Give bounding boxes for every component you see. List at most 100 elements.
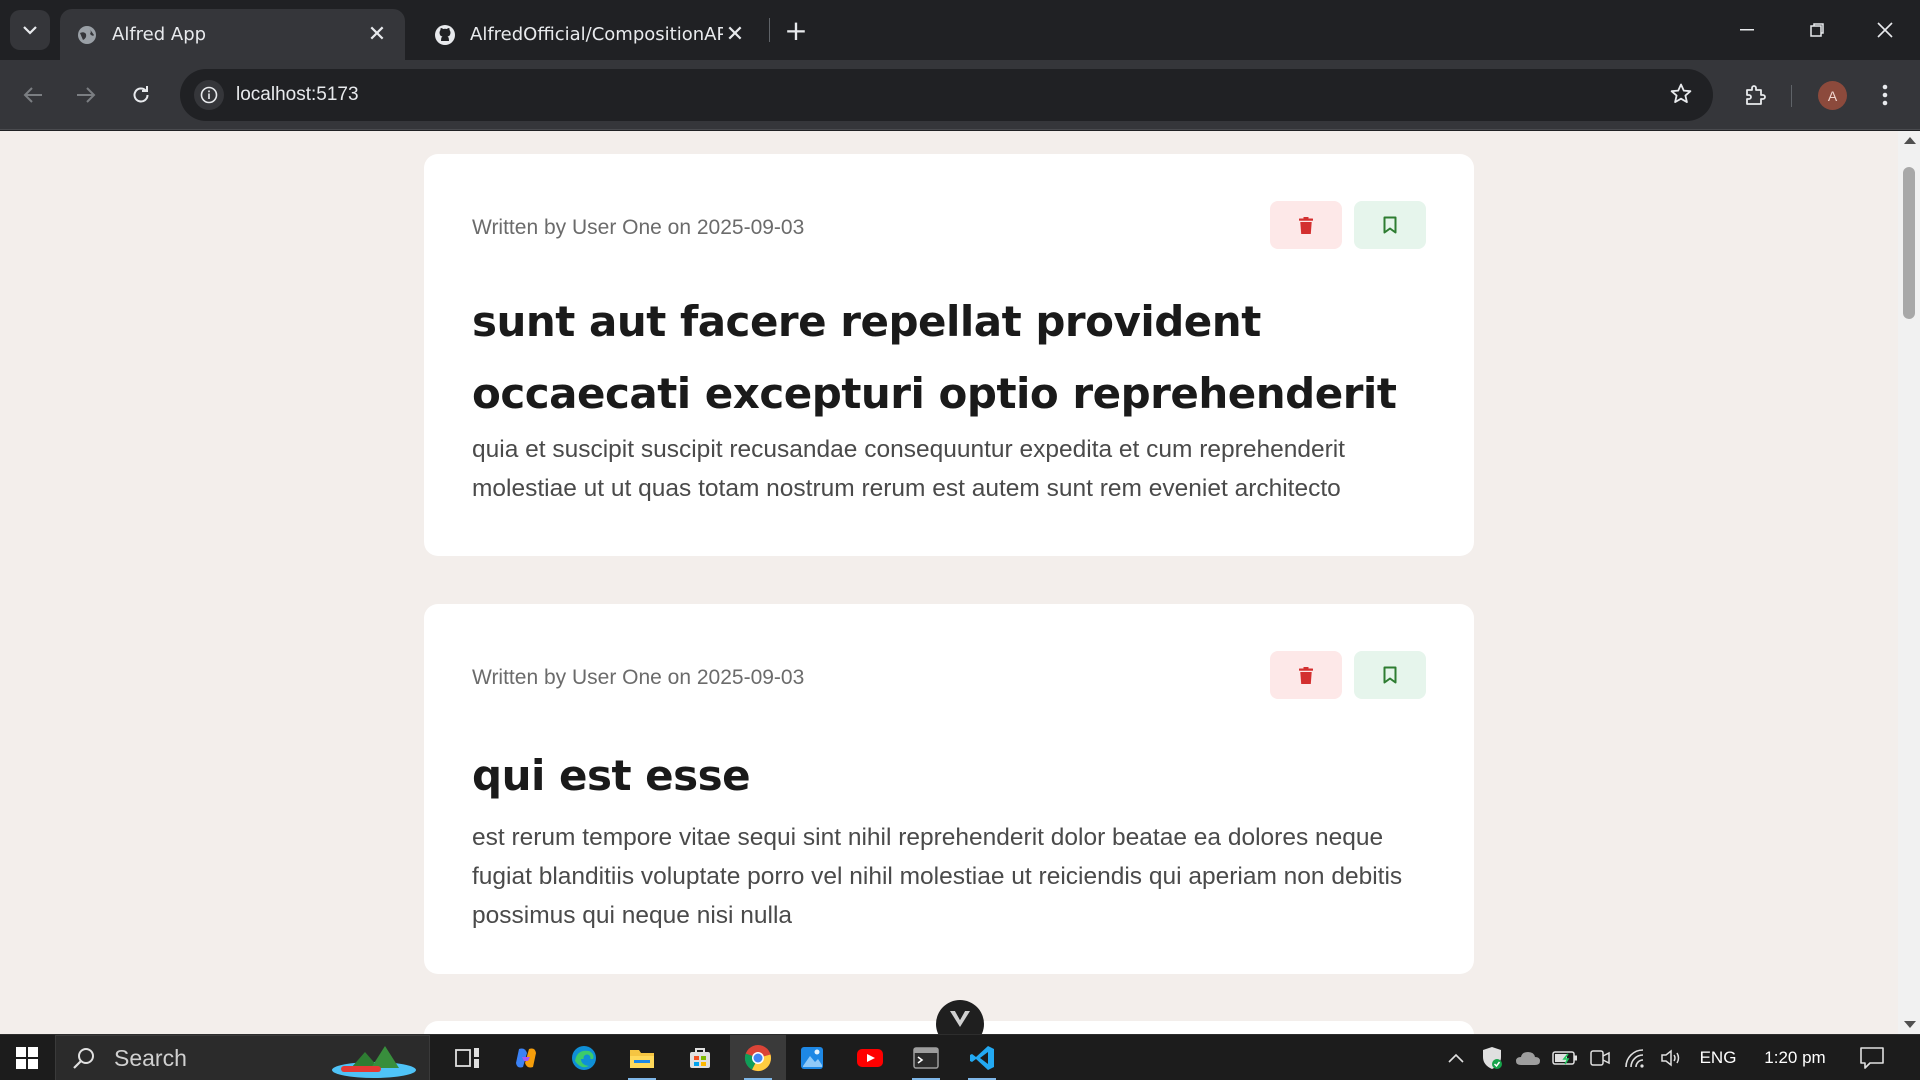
vscode-icon <box>970 1046 994 1070</box>
restore-button[interactable] <box>1782 0 1852 60</box>
chrome-app[interactable] <box>730 1035 786 1080</box>
bookmark-button[interactable] <box>1354 201 1426 249</box>
terminal-icon <box>913 1047 939 1069</box>
profile-avatar[interactable]: A <box>1818 81 1847 110</box>
chrome-icon <box>744 1045 771 1072</box>
wifi-tray[interactable] <box>1622 1035 1650 1080</box>
bookmark-icon <box>1383 216 1397 234</box>
notification-icon <box>1860 1047 1884 1069</box>
battery-tray[interactable] <box>1550 1035 1580 1080</box>
post-actions <box>1270 651 1426 699</box>
scroll-up-arrow-icon[interactable] <box>1904 137 1916 144</box>
photos-icon <box>801 1047 823 1069</box>
security-tray[interactable] <box>1478 1035 1506 1080</box>
task-view-icon <box>455 1048 479 1068</box>
delete-button[interactable] <box>1270 651 1342 699</box>
tab-alfred-app[interactable]: Alfred App ✕ <box>60 9 405 60</box>
windows-logo-icon <box>16 1047 38 1069</box>
edge-icon <box>572 1046 596 1070</box>
edge-app[interactable] <box>560 1035 608 1080</box>
close-icon[interactable]: ✕ <box>365 22 389 47</box>
shield-icon <box>1483 1047 1502 1069</box>
tab-title: AlfredOfficial/CompositionAPI <box>470 24 723 45</box>
post-title: sunt aut facere repellat provident occae… <box>472 297 1397 418</box>
close-icon <box>1877 22 1893 38</box>
close-window-button[interactable] <box>1850 0 1920 60</box>
delete-button[interactable] <box>1270 201 1342 249</box>
tab-title: Alfred App <box>112 24 207 45</box>
vue-devtools-button[interactable] <box>936 1000 984 1034</box>
tab-github[interactable]: AlfredOfficial/CompositionAPI ✕ <box>418 9 763 60</box>
store-icon <box>690 1048 710 1068</box>
bookmark-button[interactable] <box>1354 651 1426 699</box>
vue-logo-icon <box>950 1011 970 1027</box>
forward-button[interactable] <box>66 75 106 115</box>
chevron-up-icon <box>1448 1053 1464 1063</box>
new-tab-button[interactable]: + <box>778 12 814 48</box>
camera-tray[interactable] <box>1588 1035 1612 1080</box>
battery-icon <box>1552 1051 1577 1065</box>
tray-overflow-button[interactable] <box>1442 1035 1470 1080</box>
address-bar[interactable]: localhost:5173 <box>180 69 1713 121</box>
store-app[interactable] <box>676 1035 724 1080</box>
post-card: Written by User One on 2025-09-03 sunt a… <box>424 154 1474 556</box>
scrollbar-thumb[interactable] <box>1903 167 1915 319</box>
search-highlight-icon <box>332 1046 416 1078</box>
globe-icon <box>76 24 98 46</box>
copilot-app[interactable] <box>502 1035 550 1080</box>
reload-icon <box>133 86 149 103</box>
site-info-icon[interactable] <box>194 80 224 110</box>
page-viewport: Written by User One on 2025-09-03 sunt a… <box>0 131 1898 1034</box>
post-body: quia et suscipit suscipit recusandae con… <box>472 436 1345 502</box>
toolbar-separator <box>1791 85 1792 107</box>
tab-separator <box>769 18 770 42</box>
post-actions <box>1270 201 1426 249</box>
restore-icon <box>1810 23 1824 37</box>
youtube-app[interactable] <box>846 1035 894 1080</box>
copilot-icon <box>516 1048 536 1068</box>
reload-button[interactable] <box>121 75 161 115</box>
windows-taskbar: Search ENG 1:20 pm <box>0 1034 1920 1080</box>
minimize-icon <box>1740 29 1754 31</box>
puzzle-icon <box>1746 85 1766 105</box>
arrow-right-icon <box>77 87 96 103</box>
extensions-button[interactable] <box>1735 75 1775 115</box>
file-explorer-app[interactable] <box>618 1035 666 1080</box>
url-text: localhost:5173 <box>236 84 359 105</box>
photos-app[interactable] <box>788 1035 836 1080</box>
task-view-button[interactable] <box>444 1035 492 1080</box>
trash-icon <box>1299 666 1313 684</box>
minimize-button[interactable] <box>1712 0 1782 60</box>
taskbar-search[interactable]: Search <box>55 1035 430 1080</box>
folder-icon <box>630 1050 654 1068</box>
page-scrollbar[interactable] <box>1898 131 1920 1034</box>
back-button[interactable] <box>13 75 53 115</box>
onedrive-tray[interactable] <box>1512 1035 1544 1080</box>
notifications-button[interactable] <box>1852 1035 1892 1080</box>
camera-icon <box>1590 1050 1610 1066</box>
clock[interactable]: 1:20 pm <box>1752 1035 1838 1080</box>
scroll-down-arrow-icon[interactable] <box>1904 1021 1916 1028</box>
menu-button[interactable] <box>1870 75 1900 115</box>
start-button[interactable] <box>0 1035 54 1080</box>
bookmark-icon <box>1383 666 1397 684</box>
post-meta: Written by User One on 2025-09-03 <box>472 666 805 689</box>
post-body: est rerum tempore vitae sequi sint nihil… <box>472 824 1403 929</box>
trash-icon <box>1299 216 1313 234</box>
search-label: Search <box>114 1044 187 1071</box>
more-vert-icon <box>1882 84 1888 106</box>
post-card: Written by User One on 2025-09-03 qui es… <box>424 604 1474 974</box>
youtube-icon <box>857 1049 883 1067</box>
tab-search-button[interactable] <box>10 10 50 50</box>
bookmark-star-icon[interactable] <box>1669 82 1693 110</box>
tab-strip: Alfred App ✕ AlfredOfficial/CompositionA… <box>0 0 1920 60</box>
post-meta: Written by User One on 2025-09-03 <box>472 216 805 239</box>
cloud-icon <box>1516 1052 1540 1065</box>
close-icon[interactable]: ✕ <box>723 22 747 47</box>
language-indicator[interactable]: ENG <box>1696 1035 1740 1080</box>
volume-tray[interactable] <box>1658 1035 1686 1080</box>
github-icon <box>434 24 456 46</box>
vscode-app[interactable] <box>958 1035 1006 1080</box>
terminal-app[interactable] <box>902 1035 950 1080</box>
wifi-icon <box>1625 1049 1644 1068</box>
